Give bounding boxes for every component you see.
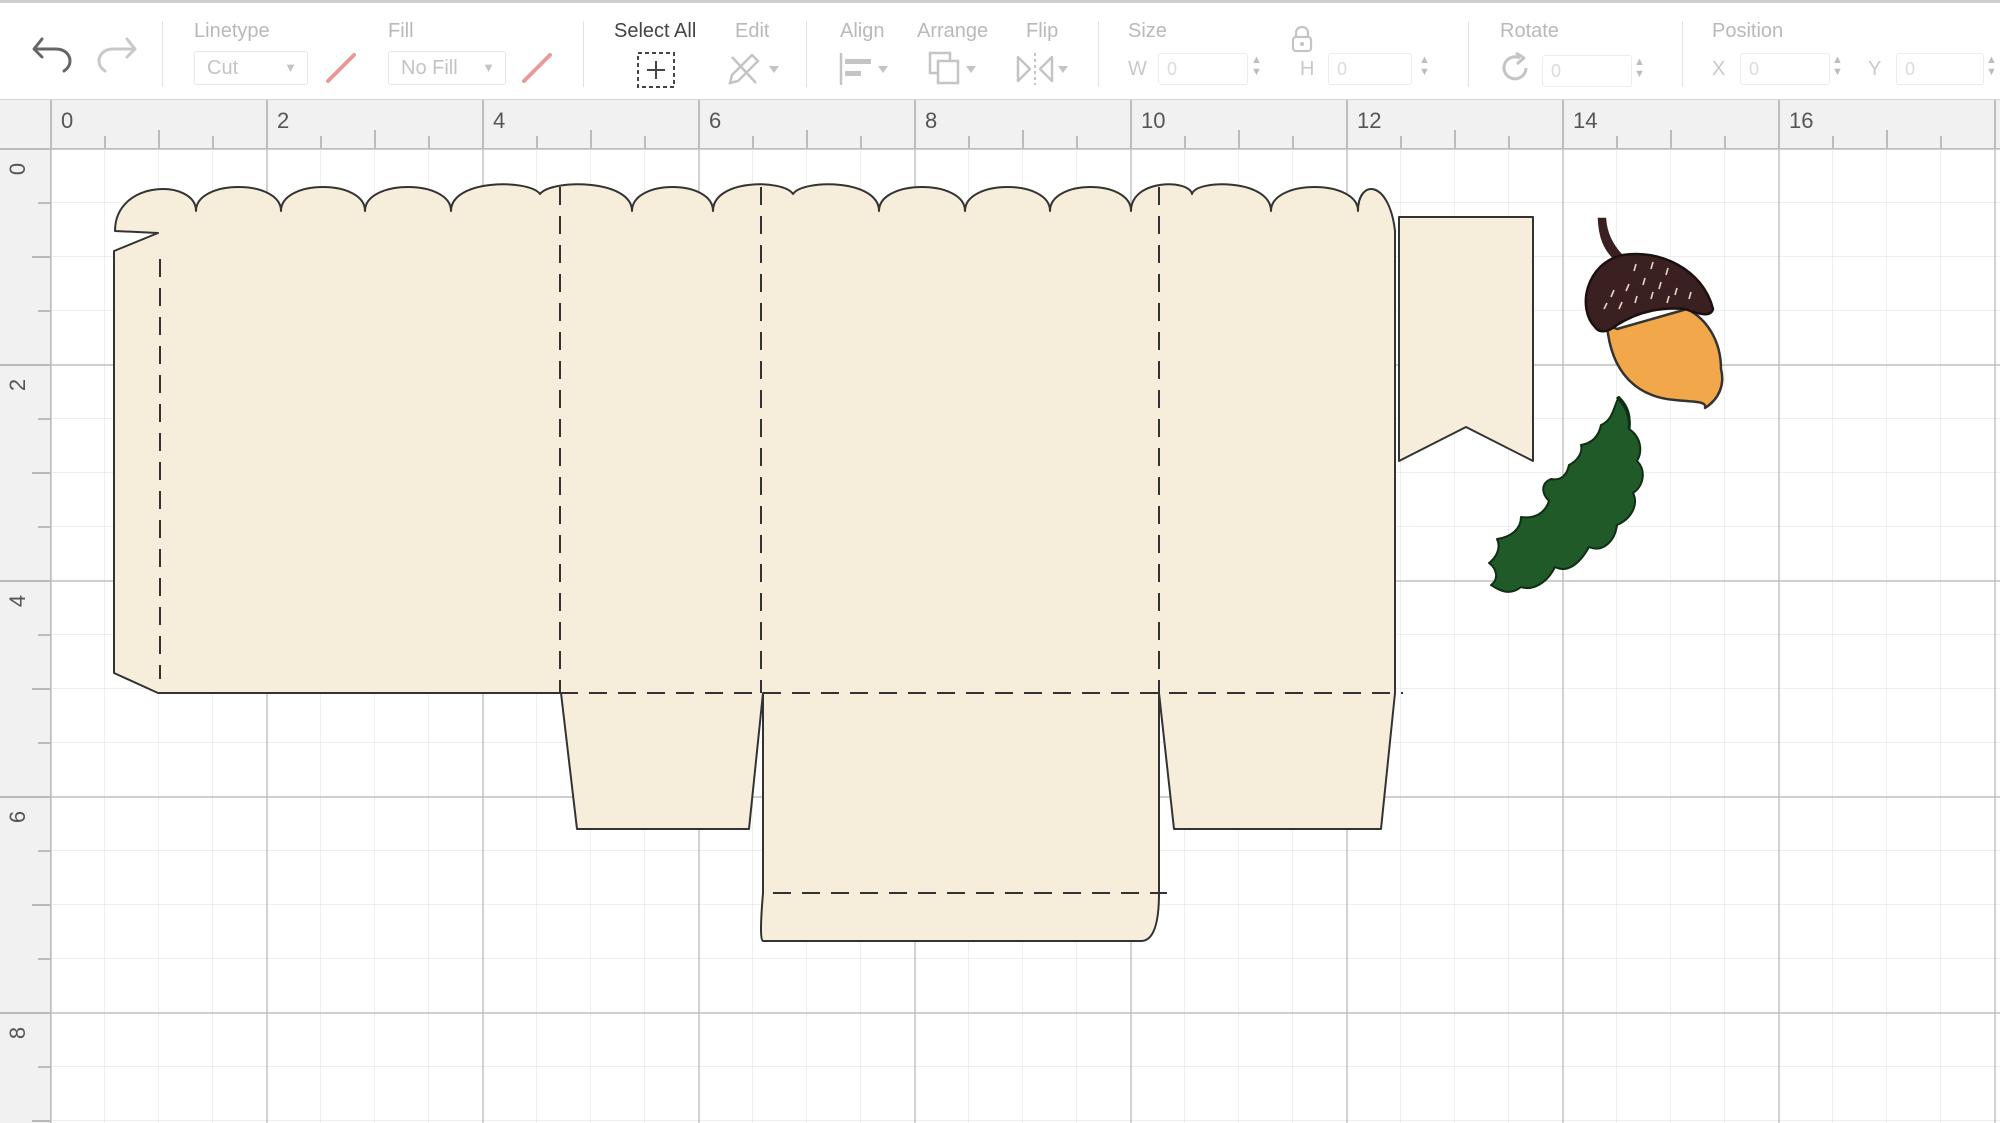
width-stepper[interactable]: ▲ ▼	[1251, 54, 1262, 78]
redo-icon[interactable]	[95, 33, 139, 73]
align-icon[interactable]	[838, 51, 894, 87]
position-label: Position	[1712, 20, 1784, 42]
x-stepper[interactable]: ▲ ▼	[1832, 54, 1843, 78]
chevron-down-icon: ▼	[482, 60, 495, 75]
toolbar-divider	[1098, 21, 1099, 87]
rotate-label: Rotate	[1500, 20, 1559, 42]
width-input[interactable]: 0	[1158, 53, 1248, 85]
select-all-label[interactable]: Select All	[614, 20, 696, 43]
edit-label: Edit	[735, 20, 770, 42]
rotate-stepper[interactable]: ▲ ▼	[1634, 56, 1645, 80]
height-label: H	[1300, 58, 1315, 80]
rotate-icon[interactable]	[1498, 51, 1532, 85]
linetype-label: Linetype	[194, 20, 270, 42]
height-stepper[interactable]: ▲ ▼	[1419, 54, 1430, 78]
arrange-label: Arrange	[917, 20, 989, 42]
y-input[interactable]: 0	[1896, 53, 1984, 85]
linetype-value: Cut	[207, 57, 239, 79]
ruler-corner	[0, 100, 51, 149]
fill-color-swatch[interactable]	[518, 49, 556, 87]
fill-value: No Fill	[401, 57, 458, 79]
design-canvas[interactable]	[51, 149, 2000, 1123]
toolbar-divider	[162, 21, 163, 87]
banner-tag[interactable]	[1398, 216, 1534, 462]
toolbar-divider	[1682, 21, 1683, 87]
toolbar-divider	[806, 21, 807, 87]
x-label: X	[1712, 58, 1726, 80]
flip-label: Flip	[1026, 20, 1059, 42]
fill-select[interactable]: No Fill ▼	[388, 51, 506, 85]
flip-icon[interactable]	[1014, 51, 1074, 87]
lock-icon[interactable]	[1290, 25, 1314, 53]
rotate-input[interactable]: 0	[1542, 55, 1632, 87]
align-label: Align	[840, 20, 885, 42]
y-stepper[interactable]: ▲ ▼	[1986, 54, 1997, 78]
toolbar-divider	[1468, 21, 1469, 87]
undo-icon[interactable]	[30, 33, 74, 73]
toolbar-divider	[583, 21, 584, 87]
height-input[interactable]: 0	[1328, 53, 1412, 85]
horizontal-ruler: 0 2 4 6 8 10 12 14 16	[50, 100, 2000, 149]
y-label: Y	[1868, 58, 1882, 80]
toolbar: Linetype Cut ▼ Fill No Fill ▼ Select All…	[0, 0, 2000, 100]
edit-icon[interactable]	[724, 49, 784, 89]
x-input[interactable]: 0	[1740, 53, 1830, 85]
select-all-icon[interactable]	[636, 51, 676, 89]
chevron-down-icon: ▼	[284, 60, 297, 75]
size-label: Size	[1128, 20, 1167, 42]
linetype-select[interactable]: Cut ▼	[194, 51, 308, 85]
vertical-ruler: 0 2 4 6 8	[0, 100, 51, 1123]
arrange-icon[interactable]	[926, 49, 986, 89]
fill-label: Fill	[388, 20, 414, 42]
linetype-color-swatch[interactable]	[322, 49, 360, 87]
width-label: W	[1128, 58, 1147, 80]
